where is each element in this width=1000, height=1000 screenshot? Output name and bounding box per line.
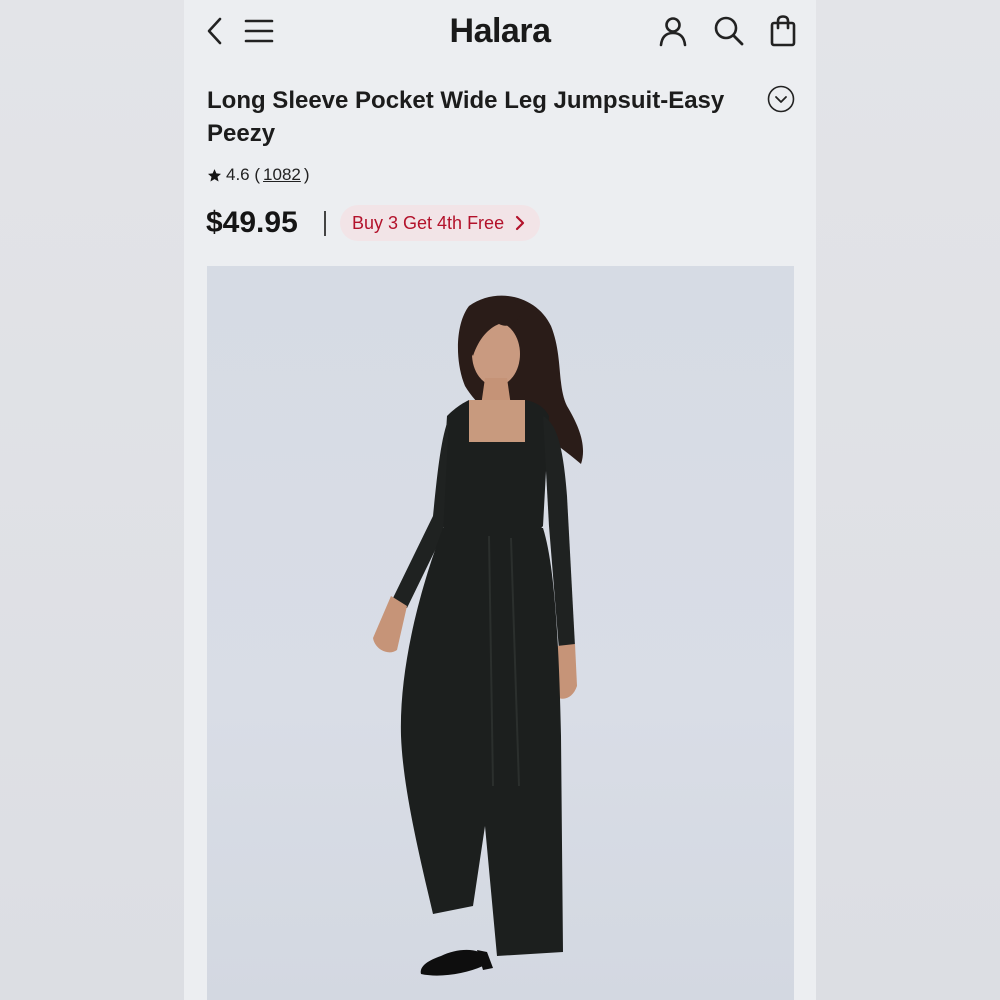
rating-open-paren: (: [249, 165, 261, 184]
model-illustration: [373, 295, 584, 976]
rating-value: 4.6: [226, 165, 250, 184]
rating-close-paren: ): [303, 165, 310, 184]
expand-chevron-icon[interactable]: [767, 85, 795, 113]
background-right: [816, 0, 1000, 1000]
product-title: Long Sleeve Pocket Wide Leg Jumpsuit-Eas…: [207, 87, 725, 147]
hamburger-menu-icon[interactable]: [242, 14, 276, 48]
shopping-bag-icon[interactable]: [766, 14, 800, 48]
review-count-link[interactable]: 1082: [263, 165, 301, 185]
product-page: Halara Long Sleeve Pocket Wide Leg Jumps…: [184, 0, 816, 1000]
product-image[interactable]: [207, 266, 794, 1000]
top-nav-bar: Halara: [184, 0, 816, 64]
rating-row: 4.6 ( 1082 ): [207, 163, 310, 187]
back-chevron-icon[interactable]: [198, 14, 232, 48]
account-icon[interactable]: [656, 14, 690, 48]
background-left: [0, 0, 184, 1000]
chevron-right-icon: [515, 215, 525, 231]
product-price: $49.95: [206, 206, 298, 239]
star-icon: [208, 168, 221, 181]
search-icon[interactable]: [712, 14, 746, 48]
price-divider: [324, 211, 326, 236]
promo-badge[interactable]: Buy 3 Get 4th Free: [340, 205, 541, 241]
promo-label: Buy 3 Get 4th Free: [352, 213, 505, 233]
brand-logo[interactable]: Halara: [400, 10, 600, 52]
